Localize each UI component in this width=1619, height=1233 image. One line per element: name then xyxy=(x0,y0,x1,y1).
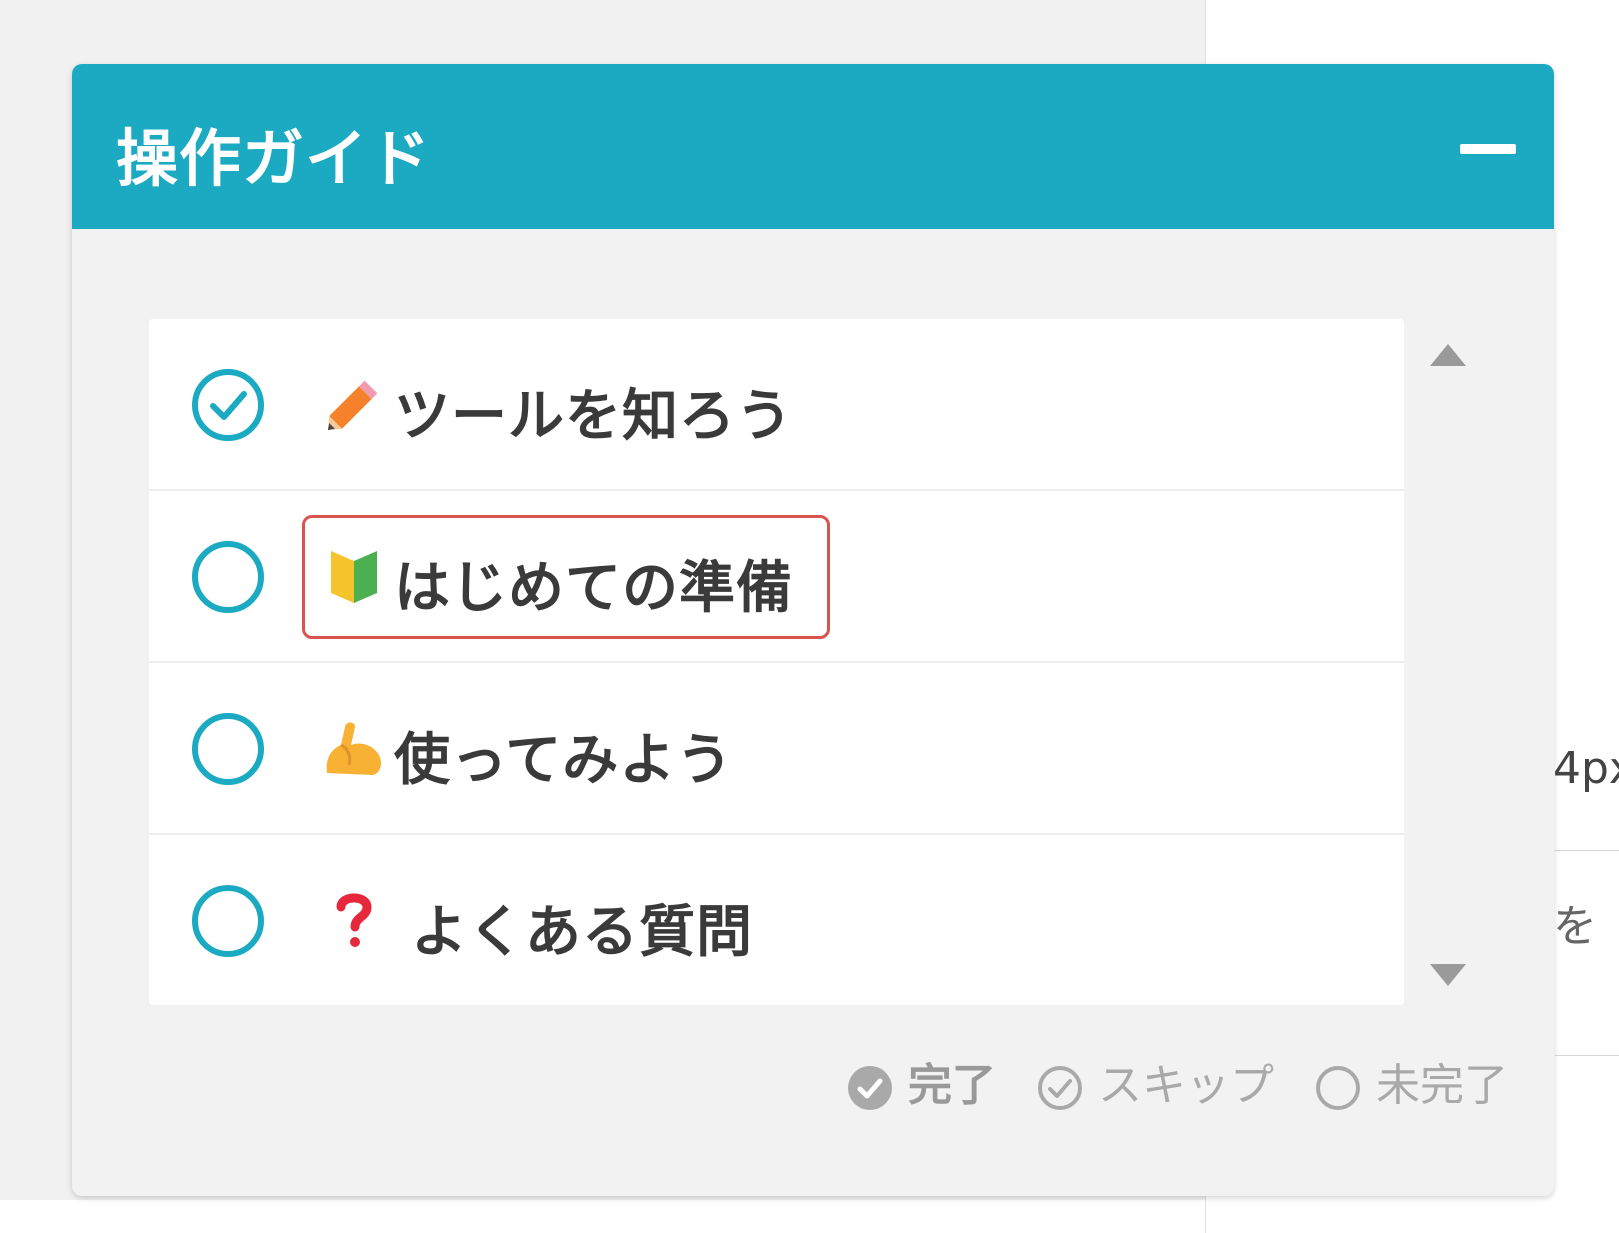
legend-skip: スキップ xyxy=(1036,1049,1274,1113)
guide-item-label: ツールを知ろう xyxy=(394,384,793,449)
check-circle-filled-icon xyxy=(848,1066,892,1110)
empty-circle-icon[interactable] xyxy=(190,711,266,787)
empty-circle-icon[interactable] xyxy=(190,539,266,615)
background-text: 4px xyxy=(1553,743,1619,794)
check-circle-outline-icon xyxy=(1038,1066,1082,1110)
legend-skip-label: スキップ xyxy=(1098,1060,1274,1111)
legend-incomplete: 未完了 xyxy=(1314,1049,1508,1113)
guide-item-tool-intro[interactable]: ツールを知ろう xyxy=(149,319,1404,491)
empty-circle-icon[interactable] xyxy=(190,883,266,959)
check-circle-outline-icon[interactable] xyxy=(190,367,266,443)
guide-item-label: 使ってみよう xyxy=(394,728,734,793)
question-mark-icon xyxy=(336,893,372,947)
scrollbar[interactable] xyxy=(1404,319,1470,1005)
legend-done-label: 完了 xyxy=(908,1060,996,1111)
highlight-box xyxy=(302,515,830,639)
guide-item-try-it[interactable]: 使ってみよう xyxy=(149,663,1404,835)
background-divider xyxy=(1555,850,1619,851)
guide-item-faq[interactable]: よくある質問 xyxy=(149,835,1404,1005)
guide-item-label: よくある質問 xyxy=(411,900,753,965)
guide-list: ツールを知ろう はじめての準備 使ってみよう よくある質問 xyxy=(149,319,1404,1005)
scroll-up-arrow-icon[interactable] xyxy=(1426,338,1470,370)
scroll-down-arrow-icon[interactable] xyxy=(1426,960,1470,992)
legend-done: 完了 xyxy=(846,1049,996,1113)
legend-incomplete-label: 未完了 xyxy=(1376,1060,1508,1111)
flexed-biceps-icon xyxy=(326,722,381,775)
empty-circle-icon xyxy=(1316,1066,1360,1110)
guide-header: 操作ガイド xyxy=(72,64,1554,229)
guide-title: 操作ガイド xyxy=(116,122,432,195)
status-legend: 完了 スキップ 未完了 xyxy=(846,1049,1508,1111)
minus-icon[interactable] xyxy=(1457,136,1523,162)
background-divider xyxy=(1555,1055,1619,1056)
background-text: を xyxy=(1553,901,1597,952)
background-strip xyxy=(0,1200,1205,1233)
pencil-icon xyxy=(327,380,378,431)
